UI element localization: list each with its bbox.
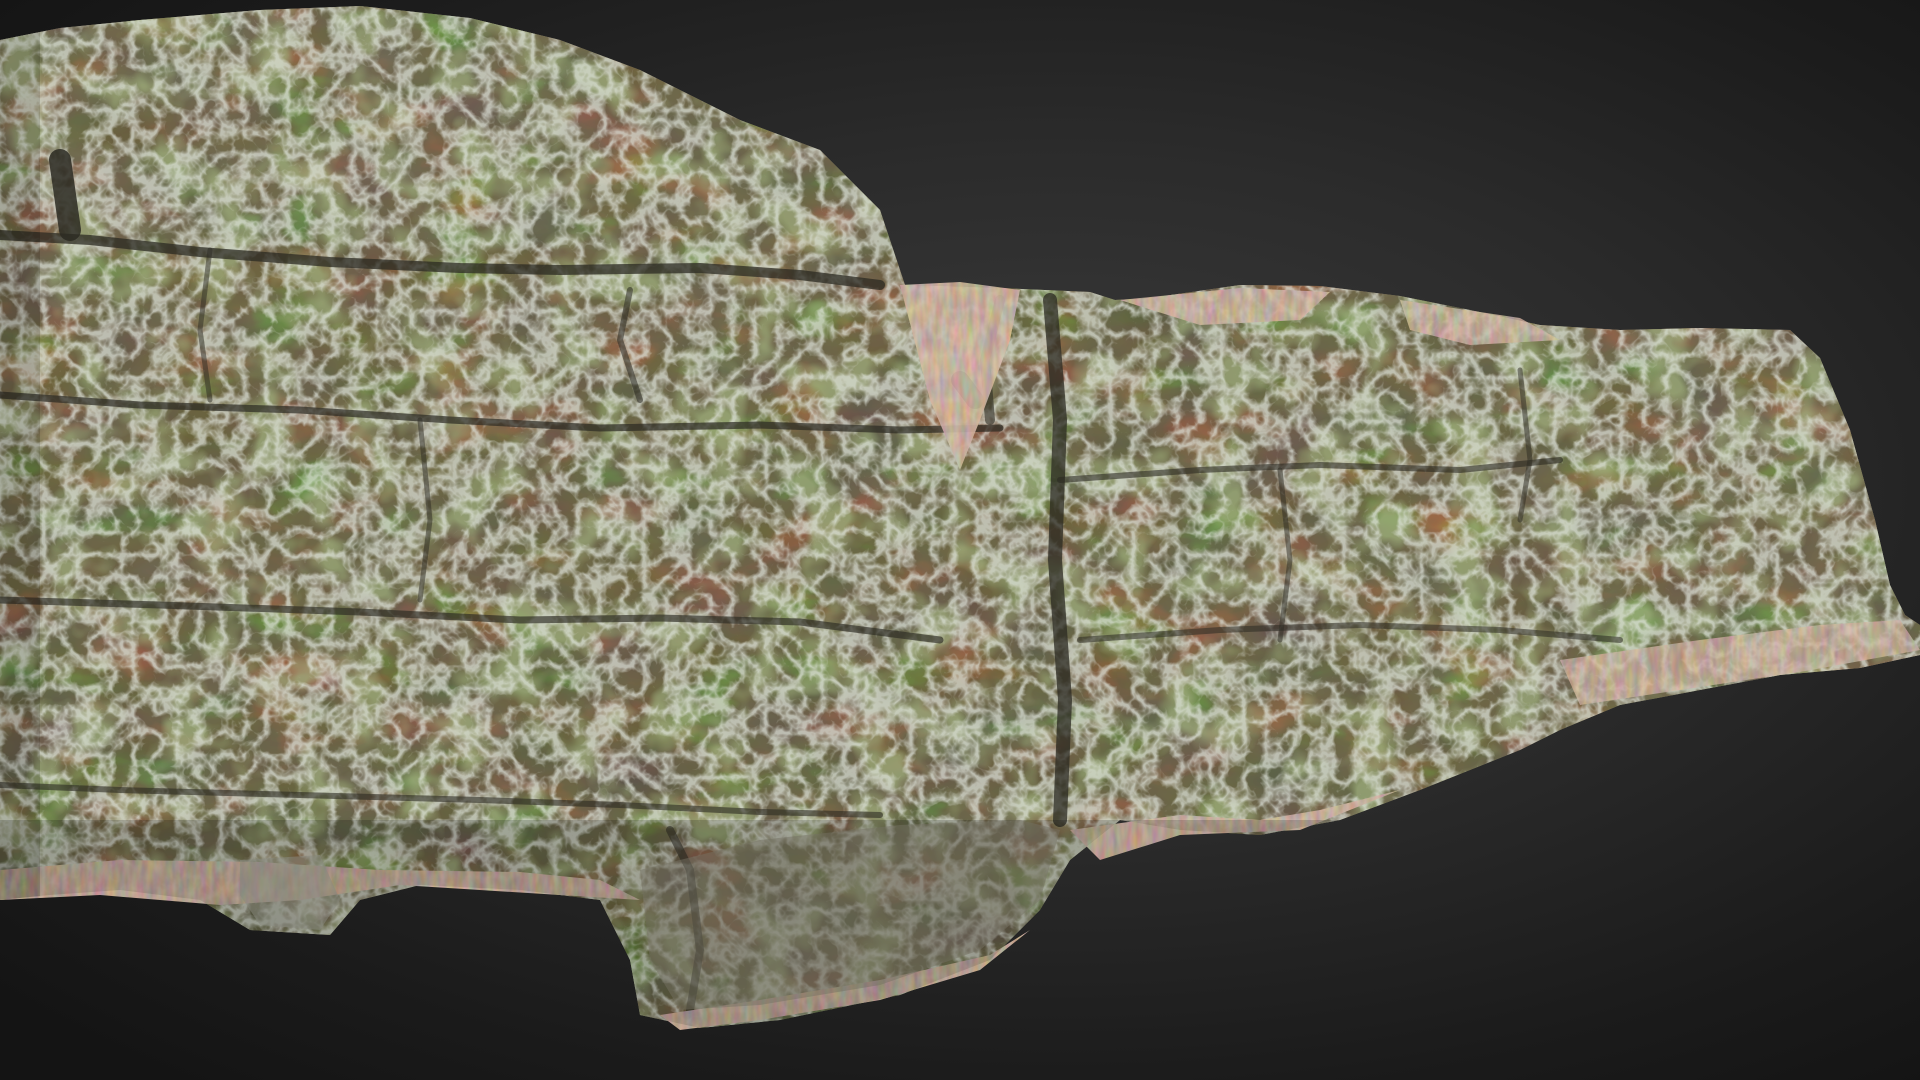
- rock-outcrop-render: [0, 6, 1920, 1030]
- render-viewport[interactable]: [0, 0, 1920, 1080]
